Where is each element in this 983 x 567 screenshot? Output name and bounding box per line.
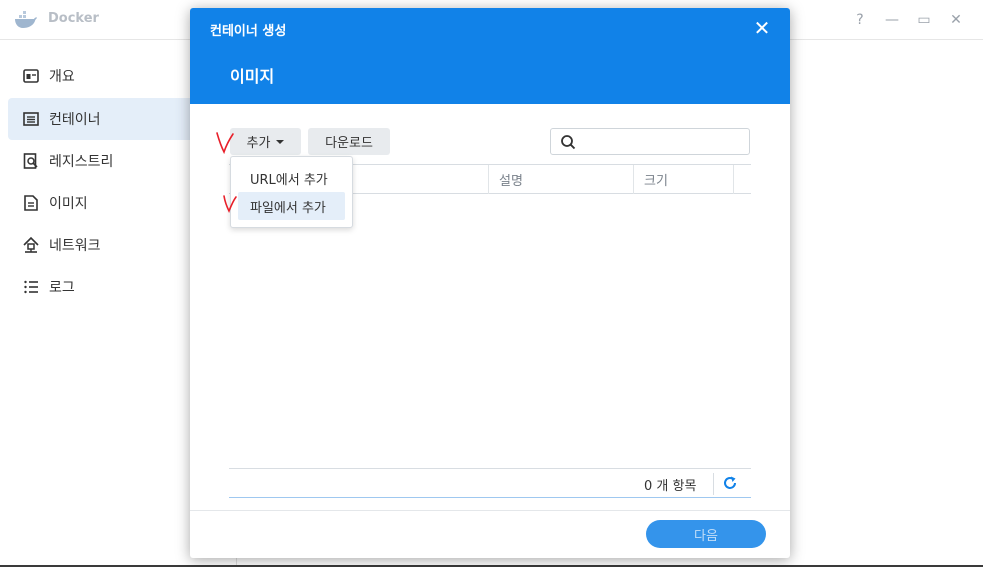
next-button[interactable]: 다음 — [646, 520, 766, 548]
add-button-label: 추가 — [246, 136, 271, 151]
app-title: Docker — [48, 11, 99, 26]
sidebar-item-network[interactable]: 네트워크 — [8, 224, 190, 266]
dialog-footer-divider — [190, 510, 790, 511]
search-box[interactable] — [550, 128, 750, 155]
minimize-button[interactable]: — — [882, 10, 902, 30]
item-count: 0 개 항목 — [644, 479, 697, 494]
log-icon — [24, 280, 38, 294]
sidebar-item-label: 개요 — [49, 69, 75, 85]
maximize-button[interactable]: ▭ — [914, 10, 934, 30]
help-button[interactable]: ? — [850, 10, 870, 30]
overview-icon — [23, 69, 39, 83]
column-header-size[interactable]: 크기 — [633, 165, 733, 194]
window-close-button[interactable]: ✕ — [946, 10, 966, 30]
dialog-header: 컨테이너 생성 ✕ 이미지 — [190, 8, 790, 104]
add-button[interactable]: 추가 — [230, 128, 301, 155]
add-dropdown-menu: URL에서 추가 파일에서 추가 — [230, 156, 353, 228]
sidebar-item-label: 레지스트리 — [49, 154, 114, 170]
sidebar-item-container[interactable]: 컨테이너 — [8, 98, 190, 140]
column-header-description[interactable]: 설명 — [488, 165, 633, 194]
caret-down-icon — [276, 139, 285, 144]
sidebar-item-image[interactable]: 이미지 — [8, 182, 190, 224]
menu-item-add-from-url[interactable]: URL에서 추가 — [238, 164, 345, 192]
sidebar-item-label: 네트워크 — [49, 238, 101, 254]
dialog-title: 컨테이너 생성 — [210, 24, 287, 39]
refresh-icon[interactable] — [722, 475, 738, 491]
network-icon — [23, 236, 39, 253]
menu-item-add-from-file[interactable]: 파일에서 추가 — [238, 192, 345, 220]
footer-divider — [713, 473, 714, 495]
registry-icon — [23, 153, 38, 169]
sidebar-item-label: 로그 — [49, 280, 75, 296]
docker-whale-icon — [15, 11, 37, 28]
sidebar-item-label: 컨테이너 — [49, 112, 101, 128]
search-icon — [561, 135, 576, 150]
dialog-subtitle: 이미지 — [230, 67, 275, 86]
create-container-dialog: 컨테이너 생성 ✕ 이미지 추가 다운로드 설명 크기 0 개 항목 다음 UR… — [190, 8, 790, 558]
sidebar-item-registry[interactable]: 레지스트리 — [8, 140, 190, 182]
sidebar: 개요 컨테이너 레지스트리 이미지 네트워크 로그 — [0, 40, 190, 567]
dialog-close-button[interactable]: ✕ — [752, 18, 772, 38]
sidebar-item-overview[interactable]: 개요 — [8, 55, 190, 97]
container-icon — [23, 112, 39, 126]
grid-footer-border — [229, 468, 751, 469]
column-header-extra — [733, 165, 751, 194]
sidebar-item-log[interactable]: 로그 — [8, 266, 190, 308]
download-button[interactable]: 다운로드 — [308, 128, 390, 155]
grid-bottom-border — [229, 497, 751, 498]
sidebar-item-label: 이미지 — [49, 196, 88, 212]
search-input[interactable] — [583, 131, 743, 152]
image-icon — [24, 195, 38, 211]
